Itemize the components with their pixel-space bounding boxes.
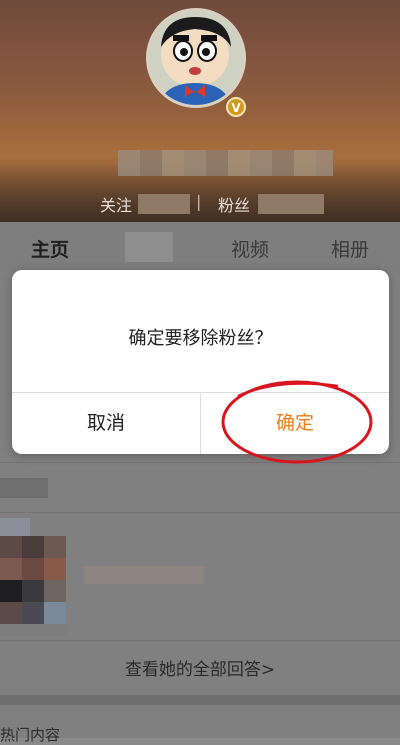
dialog-message: 确定要移除粉丝？: [128, 328, 273, 349]
remove-fan-dialog: 确定要移除粉丝？ 取消 确定: [12, 270, 389, 454]
confirm-button[interactable]: 确定: [201, 393, 389, 454]
cancel-button[interactable]: 取消: [12, 393, 200, 454]
